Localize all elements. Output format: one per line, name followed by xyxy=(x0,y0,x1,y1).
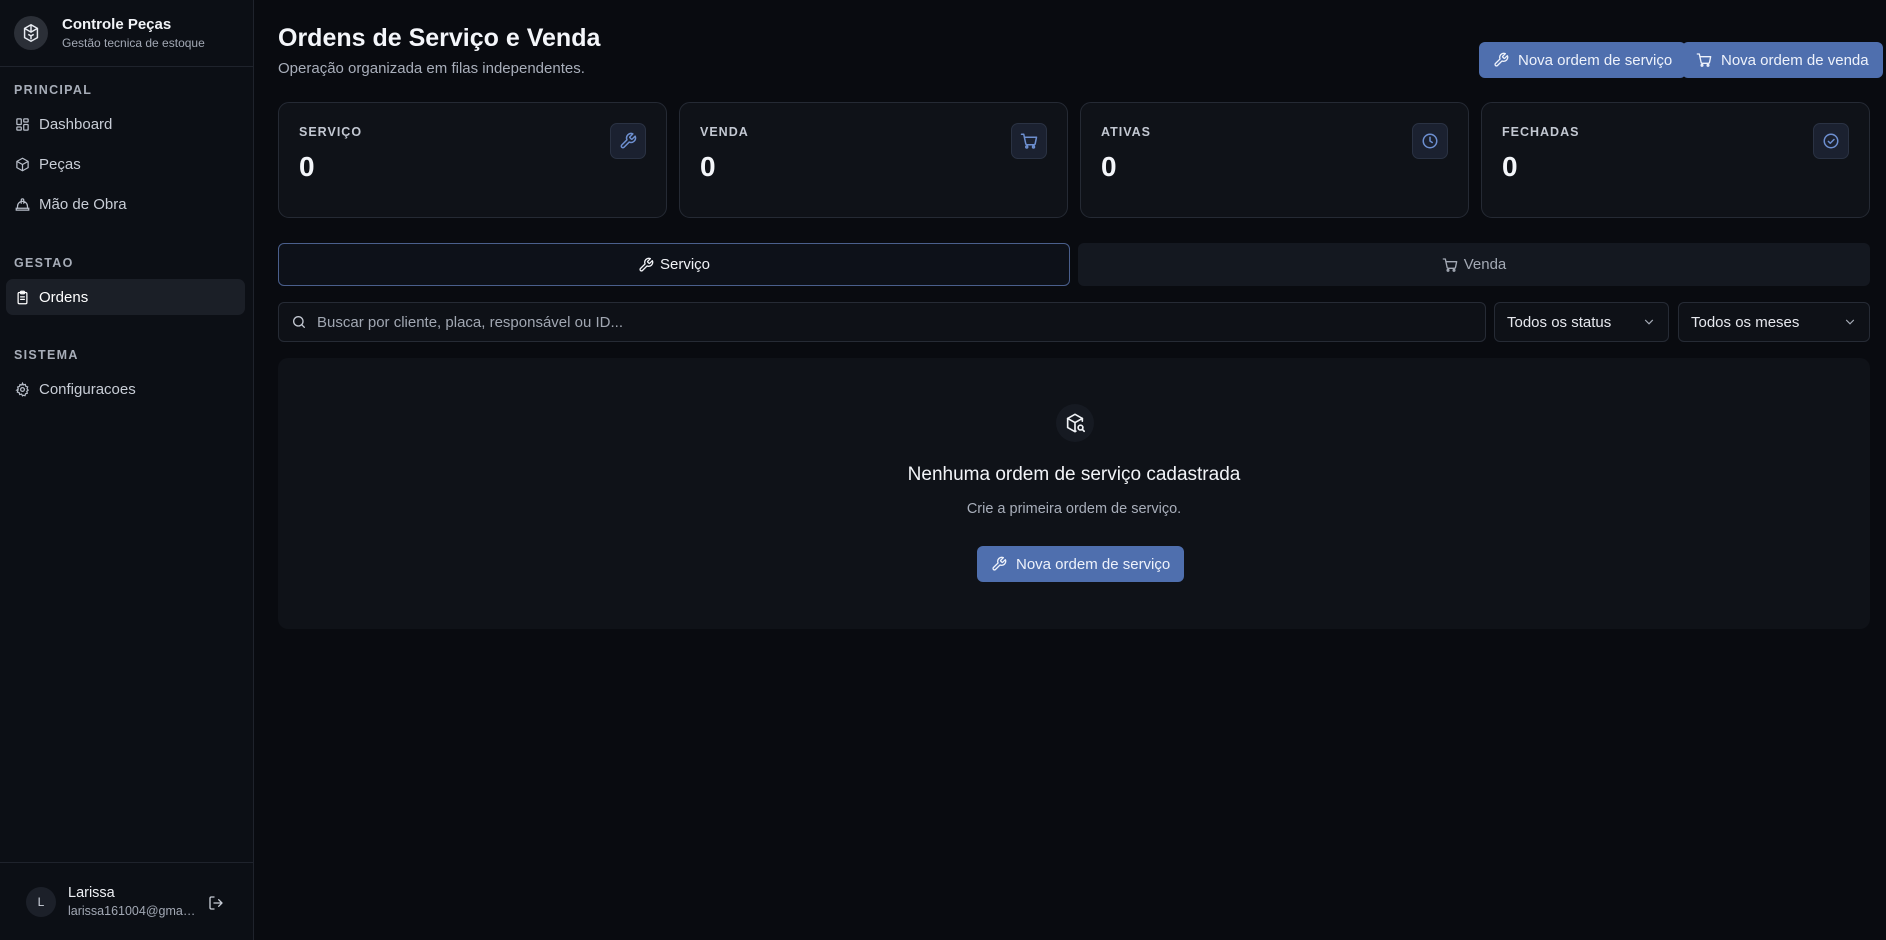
brand-subtitle: Gestão tecnica de estoque xyxy=(62,36,205,50)
package-search-icon xyxy=(1056,404,1094,442)
sidebar-item-label: Mão de Obra xyxy=(39,195,127,213)
new-service-order-label: Nova ordem de serviço xyxy=(1518,51,1673,69)
sidebar-item-ordens[interactable]: Ordens xyxy=(6,279,245,315)
user-profile: L Larissa larissa161004@gmail.com xyxy=(0,862,254,940)
sidebar-item-label: Ordens xyxy=(39,288,89,306)
stat-value: 0 xyxy=(1101,151,1117,182)
stat-card-venda: VENDA 0 xyxy=(679,102,1068,218)
sidebar: Controle Peças Gestão tecnica de estoque… xyxy=(0,0,254,940)
brand-title: Controle Peças xyxy=(62,16,172,33)
search-box xyxy=(278,302,1486,342)
tab-label: Venda xyxy=(1463,256,1507,273)
package-icon xyxy=(15,157,30,172)
chevron-down-icon xyxy=(1642,315,1656,329)
cart-icon xyxy=(1442,257,1458,273)
gear-icon xyxy=(15,381,30,397)
page-title: Ordens de Serviço e Venda xyxy=(278,24,601,52)
sidebar-item-label: Configuracoes xyxy=(39,380,136,398)
empty-button-label: Nova ordem de serviço xyxy=(1016,555,1171,573)
brand: Controle Peças Gestão tecnica de estoque xyxy=(0,0,253,67)
wrench-icon xyxy=(638,257,654,273)
status-filter-select[interactable]: Todos os status xyxy=(1494,302,1669,342)
sidebar-item-mao-de-obra[interactable]: Mão de Obra xyxy=(6,186,245,222)
logo-icon xyxy=(14,16,48,50)
check-circle-icon xyxy=(1813,123,1849,159)
empty-state: Nenhuma ordem de serviço cadastrada Crie… xyxy=(278,358,1870,629)
wrench-icon xyxy=(991,556,1007,572)
empty-new-service-order-button[interactable]: Nova ordem de serviço xyxy=(977,546,1185,582)
stat-card-ativas: ATIVAS 0 xyxy=(1080,102,1469,218)
clock-icon xyxy=(1412,123,1448,159)
stat-value: 0 xyxy=(299,151,315,182)
section-label-sistema: SISTEMA xyxy=(14,348,79,362)
stat-label: SERVIÇO xyxy=(299,125,363,139)
page-subtitle: Operação organizada em filas independent… xyxy=(278,60,585,77)
sidebar-item-dashboard[interactable]: Dashboard xyxy=(6,106,245,142)
labor-icon xyxy=(15,197,30,212)
month-filter-value: Todos os meses xyxy=(1691,313,1800,331)
sidebar-item-label: Dashboard xyxy=(39,115,113,133)
new-service-order-button[interactable]: Nova ordem de serviço xyxy=(1479,42,1687,78)
tab-servico[interactable]: Serviço xyxy=(278,243,1070,286)
sidebar-item-label: Peças xyxy=(39,155,81,173)
dashboard-icon xyxy=(15,117,30,132)
stat-label: FECHADAS xyxy=(1502,125,1580,139)
empty-state-subtitle: Crie a primeira ordem de serviço. xyxy=(966,501,1182,517)
stat-label: VENDA xyxy=(700,125,749,139)
user-email: larissa161004@gmail.com xyxy=(68,904,198,918)
section-label-principal: PRINCIPAL xyxy=(14,83,93,97)
wrench-icon xyxy=(610,123,646,159)
stat-card-servico: SERVIÇO 0 xyxy=(278,102,667,218)
new-sale-order-button[interactable]: Nova ordem de venda xyxy=(1682,42,1883,78)
status-filter-value: Todos os status xyxy=(1507,313,1612,331)
stat-value: 0 xyxy=(1502,151,1518,182)
avatar: L xyxy=(26,886,56,917)
chevron-down-icon xyxy=(1843,315,1857,329)
wrench-icon xyxy=(1493,52,1509,68)
sidebar-item-pecas[interactable]: Peças xyxy=(6,146,245,182)
user-name: Larissa xyxy=(68,885,115,901)
empty-state-title: Nenhuma ordem de serviço cadastrada xyxy=(907,464,1241,485)
month-filter-select[interactable]: Todos os meses xyxy=(1678,302,1870,342)
section-label-gestao: GESTAO xyxy=(14,256,74,270)
search-input[interactable] xyxy=(317,313,1467,331)
stat-card-fechadas: FECHADAS 0 xyxy=(1481,102,1870,218)
cart-icon xyxy=(1696,52,1712,68)
search-icon xyxy=(291,314,307,330)
stat-label: ATIVAS xyxy=(1101,125,1151,139)
sidebar-item-configuracoes[interactable]: Configuracoes xyxy=(6,371,245,407)
cart-icon xyxy=(1011,123,1047,159)
new-sale-order-label: Nova ordem de venda xyxy=(1721,51,1869,69)
tab-label: Serviço xyxy=(659,256,711,273)
logout-icon[interactable] xyxy=(208,895,224,911)
clipboard-icon xyxy=(15,290,30,305)
stat-value: 0 xyxy=(700,151,716,182)
tab-venda[interactable]: Venda xyxy=(1078,243,1870,286)
